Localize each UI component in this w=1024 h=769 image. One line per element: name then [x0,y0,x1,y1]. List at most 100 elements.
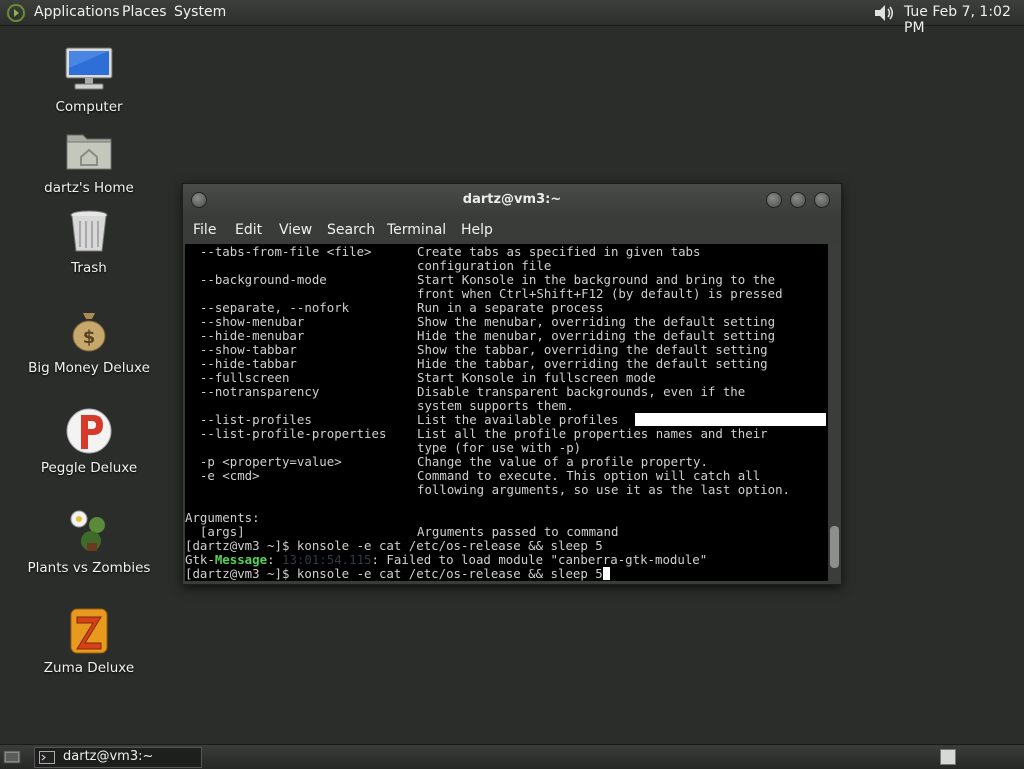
option-description: Start Konsole in fullscreen mode [417,370,656,385]
option-description: Create tabs as specified in given tabs [417,244,701,259]
option-description: Change the value of a profile property. [417,454,708,469]
speaker-icon[interactable] [872,2,896,24]
option-description: Hide the menubar, overriding the default… [417,328,776,343]
places-menu[interactable]: Places [122,4,167,20]
desktop-icon-label: Plants vs Zombies [27,560,151,576]
option-name: -e <cmd> [185,468,260,483]
menu-file[interactable]: File [193,222,216,238]
terminal-current-prompt: [dartz@vm3 ~]$ konsole -e cat /etc/os-re… [185,567,610,581]
option-name: --hide-tabbar [185,356,297,371]
gtk-message-line: Gtk-Message: 13:01:54.115: Failed to loa… [185,552,708,567]
option-description: List the available profiles [417,412,619,427]
option-name: --fullscreen [185,370,290,385]
close-button[interactable] [814,192,830,208]
terminal-scrollbar[interactable] [829,244,840,581]
desktop-icon-label: Zuma Deluxe [43,660,135,676]
option-name: -p <property=value> [185,454,342,469]
option-description: Run in a separate process [417,300,604,315]
zuma-icon [70,608,108,654]
option-name: --separate, --nofork [185,300,350,315]
terminal-window[interactable]: dartz@vm3:~ File Edit View Search Termin… [182,183,842,585]
option-description: Show the menubar, overriding the default… [417,314,776,329]
desktop-icon-big-money[interactable]: $ Big Money Deluxe [14,307,164,376]
svg-text:$: $ [83,327,96,348]
option-description: Command to execute. This option will cat… [417,468,761,483]
desktop-icon-label: Computer [55,99,123,115]
system-menu[interactable]: System [174,4,226,20]
show-desktop-icon[interactable] [3,749,21,765]
option-description: Start Konsole in the background and brin… [417,272,776,287]
terminal-prompt-line: [dartz@vm3 ~]$ konsole -e cat /etc/os-re… [185,538,603,553]
plants-vs-zombies-icon [70,510,105,551]
money-bag-icon: $ [72,313,106,352]
option-name: [args] [185,524,245,539]
bottom-panel: dartz@vm3:~ [0,744,1024,769]
option-name: --background-mode [185,272,327,287]
option-description: Disable transparent backgrounds, even if… [417,384,746,399]
workspace-switcher[interactable] [940,749,956,765]
maximize-button[interactable] [790,192,806,208]
taskbar-button-label: dartz@vm3:~ [63,749,154,764]
option-description: List all the profile properties names an… [417,426,768,441]
gnome-foot-icon[interactable] [6,3,26,23]
menu-search[interactable]: Search [327,222,375,238]
option-description: Show the tabbar, overriding the default … [417,342,768,357]
terminal-line: --notransparency Disable transparent back… [185,384,745,399]
option-name: --tabs-from-file <file> [185,244,372,259]
terminal-line: Arguments: [185,511,260,525]
menu-terminal[interactable]: Terminal [387,222,446,238]
terminal-line: -e <cmd> Command to execute. This option … [185,468,760,483]
option-description: front when Ctrl+Shift+F12 (by default) i… [417,286,783,301]
desktop-icon-zuma[interactable]: Zuma Deluxe [14,607,164,676]
terminal-line: --hide-tabbar Hide the tabbar, overriding… [185,356,768,371]
text-cursor [602,567,610,580]
terminal-screen[interactable]: --tabs-from-file <file> Create tabs as sp… [185,244,828,581]
option-description: system supports them. [417,398,574,413]
desktop-icon-label: Big Money Deluxe [28,360,150,376]
top-panel: Applications Places System Tue Feb 7, 1:… [0,0,1024,36]
applications-menu[interactable]: Applications [34,4,120,20]
option-description: configuration file [417,258,552,273]
terminal-line: --show-tabbar Show the tabbar, overriding… [185,342,768,357]
desktop-icon-trash[interactable]: Trash [14,207,164,276]
desktop-icon-label: Peggle Deluxe [40,460,138,476]
terminal-line: --tabs-from-file <file> Create tabs as sp… [185,244,701,259]
option-name: --notransparency [185,384,320,399]
window-titlebar[interactable]: dartz@vm3:~ [183,184,841,216]
terminal-icon [39,751,55,764]
option-description: following arguments, so use it as the la… [417,482,790,497]
terminal-line: --show-menubar Show the menubar, overridi… [185,314,775,329]
terminal-line: --list-profile-properties List all the pr… [185,426,768,441]
option-name: --hide-menubar [185,328,305,343]
trash-icon [70,210,108,252]
desktop-icon-plants-vs-zombies[interactable]: Plants vs Zombies [14,507,164,576]
option-name: --list-profiles [185,412,312,427]
home-folder-icon [66,134,112,170]
terminal-line: -p <property=value> Change the value of a… [185,454,708,469]
scrollbar-thumb[interactable] [830,526,839,568]
terminal-line: --list-profiles List the available profil… [185,412,619,427]
option-description: Arguments passed to command [417,524,619,539]
minimize-button[interactable] [766,192,782,208]
option-name: --show-tabbar [185,342,297,357]
desktop-icon-computer[interactable]: Computer [14,46,164,115]
peggle-icon [66,408,112,454]
taskbar-button-terminal[interactable]: dartz@vm3:~ [34,747,202,768]
option-description: Hide the tabbar, overriding the default … [417,356,768,371]
clock[interactable]: Tue Feb 7, 1:02 PM [904,4,1024,36]
text-selection [635,413,826,426]
menu-help[interactable]: Help [461,222,493,238]
menu-edit[interactable]: Edit [235,222,262,238]
terminal-line: --separate, --nofork Run in a separate pr… [185,300,604,315]
desktop-icon-peggle[interactable]: Peggle Deluxe [14,407,164,476]
option-name: --show-menubar [185,314,305,329]
terminal-line: --background-mode Start Konsole in the ba… [185,272,775,287]
option-name: --list-profile-properties [185,426,387,441]
window-title: dartz@vm3:~ [462,192,562,207]
terminal-menubar: File Edit View Search Terminal Help [183,218,841,244]
menu-view[interactable]: View [279,222,312,238]
terminal-line: [args] Arguments passed to command [185,524,619,539]
desktop-icon-label: dartz's Home [44,180,134,196]
desktop-icon-home[interactable]: dartz's Home [14,127,164,196]
terminal-line: --hide-menubar Hide the menubar, overridi… [185,328,775,343]
